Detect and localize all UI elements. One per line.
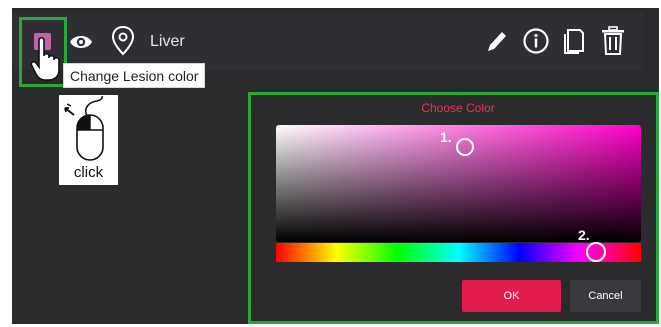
cancel-button[interactable]: Cancel	[570, 280, 641, 312]
saturation-value-handle[interactable]	[456, 138, 474, 156]
hue-slider-handle[interactable]	[586, 242, 606, 262]
step-marker-1: 1.	[440, 129, 452, 145]
step-marker-2: 2.	[578, 227, 590, 243]
pencil-icon[interactable]	[485, 28, 509, 54]
location-pin-icon[interactable]	[110, 25, 136, 57]
copy-icon[interactable]	[562, 27, 586, 55]
ok-button[interactable]: OK	[462, 280, 561, 312]
lesion-name: Liver	[150, 33, 185, 50]
trash-icon[interactable]	[600, 26, 626, 56]
picker-title: Choose Color	[421, 101, 495, 115]
mouse-icon	[64, 96, 104, 161]
click-label: click	[73, 164, 104, 181]
info-icon[interactable]	[522, 27, 550, 55]
hand-pointer-icon	[30, 36, 60, 81]
eye-icon[interactable]	[69, 31, 93, 53]
change-color-tooltip: Change Lesion color	[63, 63, 206, 88]
